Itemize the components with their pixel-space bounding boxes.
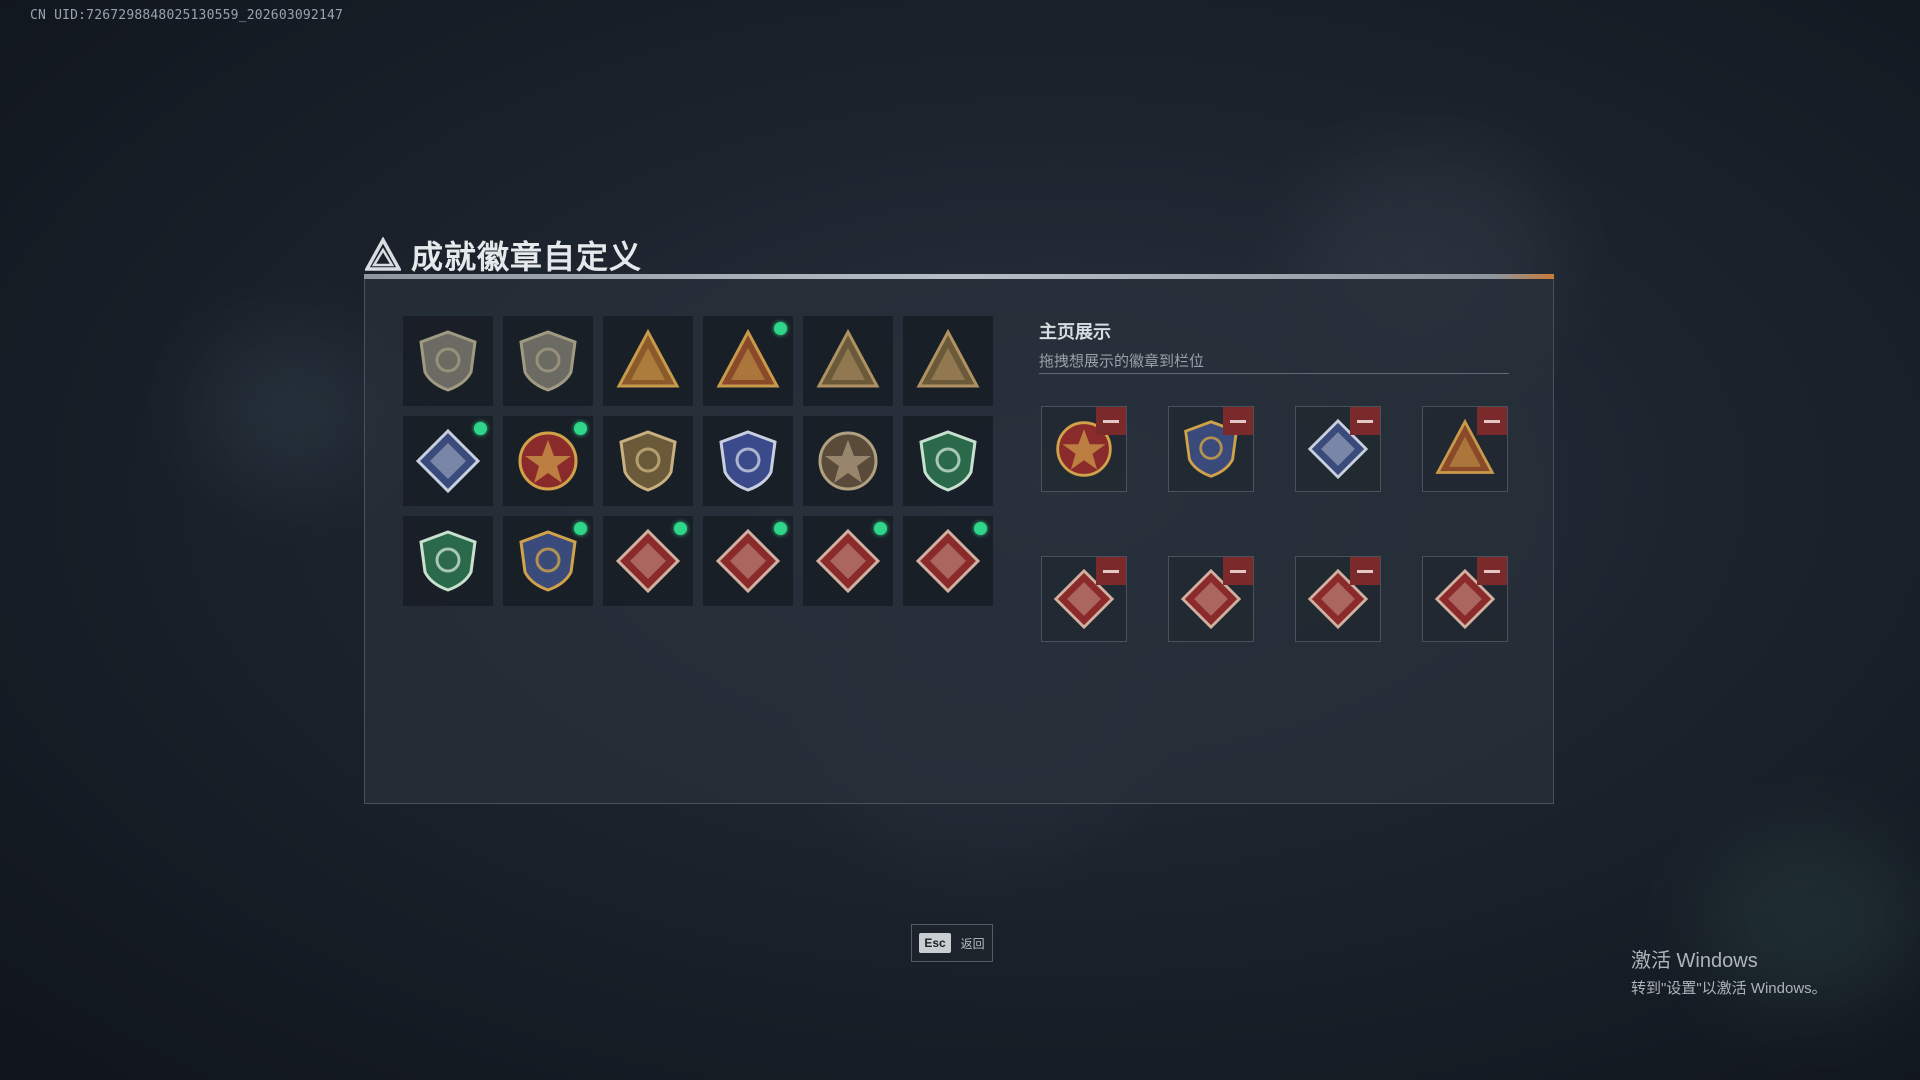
new-indicator-dot <box>774 322 787 335</box>
new-indicator-dot <box>674 522 687 535</box>
display-section-header: 主页展示 拖拽想展示的徽章到栏位 <box>1039 318 1204 371</box>
gold-rifle-shield-badge-icon <box>519 530 577 592</box>
remove-badge-button[interactable] <box>1477 407 1507 435</box>
back-button-label: 返回 <box>960 936 985 951</box>
rifle-diamond-badge-icon <box>415 428 481 494</box>
badge-slot[interactable] <box>803 416 893 506</box>
minus-icon <box>1230 419 1246 423</box>
dragon-diamond-badge-icon <box>815 528 881 594</box>
panel-top-bar <box>364 274 1554 279</box>
new-indicator-dot <box>574 422 587 435</box>
minus-icon <box>1103 419 1119 423</box>
remove-badge-button[interactable] <box>1477 557 1507 585</box>
badge-collection-grid <box>403 316 993 606</box>
remove-badge-button[interactable] <box>1223 407 1253 435</box>
badge-slot[interactable] <box>703 516 793 606</box>
homepage-display-slots <box>1041 406 1508 642</box>
number-one-triangle-badge-icon <box>616 328 680 388</box>
display-section-title: 主页展示 <box>1039 322 1111 342</box>
uid-label: CN UID:7267298848025130559_202603092147 <box>30 8 344 23</box>
new-indicator-dot <box>874 522 887 535</box>
badge-slot[interactable] <box>403 516 493 606</box>
badge-slot[interactable] <box>403 316 493 406</box>
badge-slot[interactable] <box>503 416 593 506</box>
display-slot[interactable] <box>1041 556 1127 642</box>
star-medal-badge-icon <box>518 431 578 491</box>
badge-slot[interactable] <box>803 516 893 606</box>
badge-slot[interactable] <box>603 416 693 506</box>
display-divider <box>1039 373 1509 374</box>
rocket-triangle-badge-icon <box>916 328 980 388</box>
soldiers-triangle-badge-icon <box>816 328 880 388</box>
esc-key-hint: Esc <box>919 933 951 953</box>
panel-header: 成就徽章自定义 <box>365 232 642 278</box>
ribbon-shield-badge-icon <box>619 430 677 492</box>
badge-slot[interactable] <box>803 316 893 406</box>
police-shield-badge-icon <box>719 430 777 492</box>
new-indicator-dot <box>774 522 787 535</box>
remove-badge-button[interactable] <box>1096 557 1126 585</box>
new-indicator-dot <box>574 522 587 535</box>
badge-slot[interactable] <box>503 316 593 406</box>
runner-diamond-badge-icon <box>915 528 981 594</box>
windows-activation-watermark: 激活 Windows 转到"设置"以激活 Windows。 <box>1631 944 1827 998</box>
minus-icon <box>1230 569 1246 573</box>
green-rifle-shield-badge-icon <box>419 530 477 592</box>
minus-icon <box>1357 419 1373 423</box>
minus-icon <box>1484 569 1500 573</box>
badge-slot[interactable] <box>503 516 593 606</box>
badge-slot[interactable] <box>703 316 793 406</box>
dragon-diamond-badge-icon <box>715 528 781 594</box>
back-button[interactable]: Esc 返回 <box>911 924 993 962</box>
shield-triangle-badge-icon <box>419 330 477 392</box>
box-triangle-badge-icon <box>716 328 780 388</box>
display-slot[interactable] <box>1295 556 1381 642</box>
activation-subtitle: 转到"设置"以激活 Windows。 <box>1631 980 1827 997</box>
skull-round-badge-icon <box>818 431 878 491</box>
new-indicator-dot <box>474 422 487 435</box>
activation-title: 激活 Windows <box>1631 950 1758 972</box>
minus-icon <box>1357 569 1373 573</box>
badge-slot[interactable] <box>603 516 693 606</box>
display-slot[interactable] <box>1041 406 1127 492</box>
badge-slot[interactable] <box>903 516 993 606</box>
remove-badge-button[interactable] <box>1350 557 1380 585</box>
remove-badge-button[interactable] <box>1223 557 1253 585</box>
badge-slot[interactable] <box>603 316 693 406</box>
triangle-logo-icon <box>365 237 401 271</box>
badge-slot[interactable] <box>903 316 993 406</box>
badge-slot[interactable] <box>903 416 993 506</box>
wolf-diamond-badge-icon <box>615 528 681 594</box>
display-slot[interactable] <box>1422 556 1508 642</box>
display-slot[interactable] <box>1168 556 1254 642</box>
display-slot[interactable] <box>1295 406 1381 492</box>
badge-slot[interactable] <box>703 416 793 506</box>
minus-icon <box>1103 569 1119 573</box>
display-slot[interactable] <box>1168 406 1254 492</box>
remove-badge-button[interactable] <box>1350 407 1380 435</box>
green-crosshair-shield-badge-icon <box>919 430 977 492</box>
badge-slot[interactable] <box>403 416 493 506</box>
helicopter-badge-icon <box>519 330 577 392</box>
display-section-hint: 拖拽想展示的徽章到栏位 <box>1039 353 1205 370</box>
page-title: 成就徽章自定义 <box>411 239 643 275</box>
minus-icon <box>1484 419 1500 423</box>
remove-badge-button[interactable] <box>1096 407 1126 435</box>
display-slot[interactable] <box>1422 406 1508 492</box>
new-indicator-dot <box>974 522 987 535</box>
